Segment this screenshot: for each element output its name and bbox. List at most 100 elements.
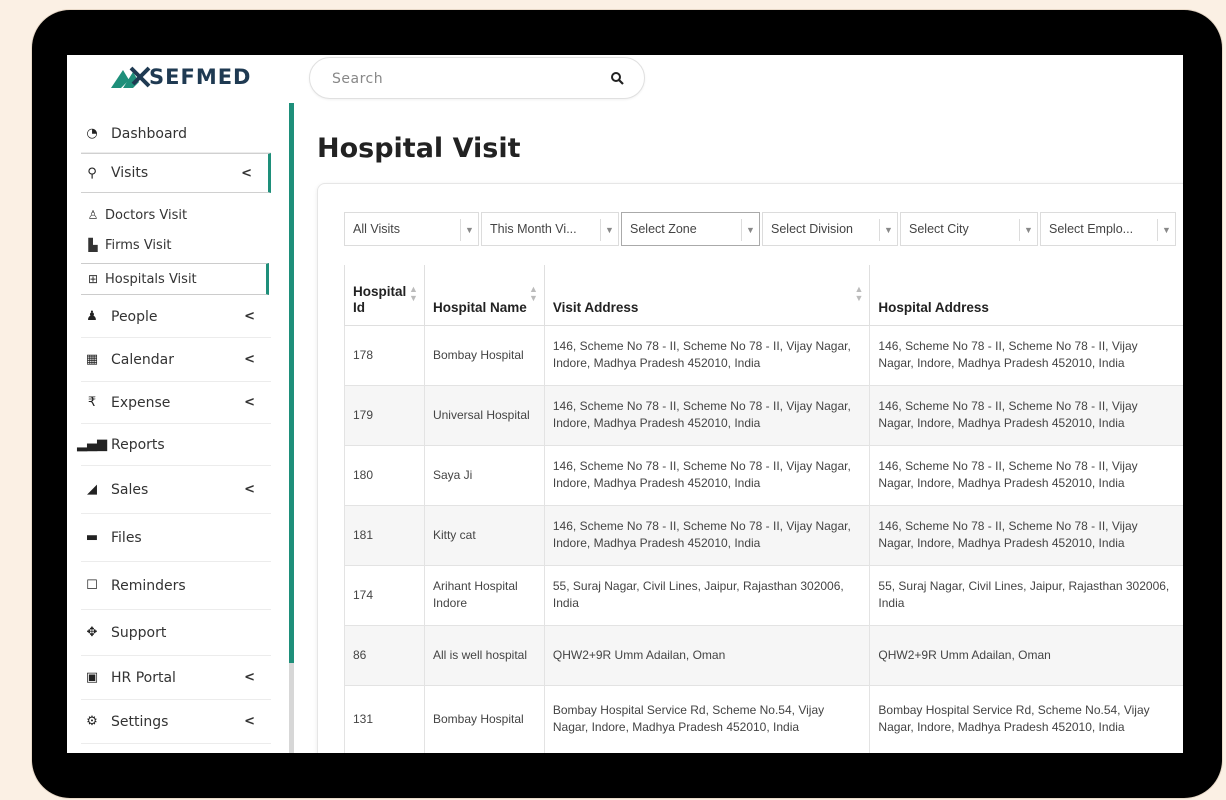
sidebar-item-visits[interactable]: ⚲ Visits < — [81, 153, 271, 193]
search-icon[interactable] — [610, 70, 626, 86]
chevron-left-icon[interactable]: < — [244, 395, 255, 410]
top-bar: SEFMED — [67, 55, 1183, 103]
filter-select-city[interactable]: Select City ▼ — [900, 212, 1038, 246]
cell-hospital-address: 146, Scheme No 78 - II, Scheme No 78 - I… — [869, 384, 1183, 446]
chevron-left-icon[interactable]: < — [244, 714, 255, 729]
chevron-left-icon[interactable]: < — [244, 309, 255, 324]
brand-logo[interactable]: SEFMED — [111, 64, 252, 90]
cogs-icon: ⚙ — [86, 714, 98, 729]
filter-label: All Visits — [353, 222, 401, 236]
table-row[interactable]: 131 Bombay Hospital Bombay Hospital Serv… — [344, 684, 1183, 753]
table-row[interactable]: 174 Arihant Hospital Indore 55, Suraj Na… — [344, 564, 1183, 626]
sidebar-item-reminders[interactable]: ☐ Reminders — [81, 562, 271, 610]
cell-hospital-id: 181 — [344, 504, 425, 566]
sidebar-item-support[interactable]: ✥ Support — [81, 610, 271, 656]
column-header-label: Hospital Id — [353, 283, 407, 315]
sidebar-subitem-label: Hospitals Visit — [105, 271, 197, 287]
sort-icon: ▲ ▼ — [854, 284, 864, 303]
sidebar-item-label: Reminders — [111, 577, 186, 594]
chevron-left-icon[interactable]: < — [241, 166, 252, 181]
search-input[interactable] — [332, 68, 582, 90]
column-header-visit-address[interactable]: Visit Address ▲ ▼ — [543, 265, 871, 326]
filter-label: This Month Vi... — [490, 222, 577, 236]
table-row[interactable]: 181 Kitty cat 146, Scheme No 78 - II, Sc… — [344, 504, 1183, 566]
cell-hospital-address: 146, Scheme No 78 - II, Scheme No 78 - I… — [869, 504, 1183, 566]
cell-hospital-id: 174 — [344, 564, 425, 626]
cell-visit-address: 146, Scheme No 78 - II, Scheme No 78 - I… — [543, 384, 871, 446]
filter-select-employee[interactable]: Select Emplo... ▼ — [1040, 212, 1176, 246]
sidebar-item-label: HR Portal — [111, 669, 176, 686]
calendar-icon: ▦ — [85, 352, 99, 367]
app-screen: SEFMED ◔ Dashboard ⚲ Visits < ♙ Doc — [67, 55, 1183, 753]
sidebar-item-expense[interactable]: ₹ Expense < — [81, 382, 271, 424]
chevron-down-icon: ▼ — [879, 219, 897, 241]
column-header-hospital-name[interactable]: Hospital Name ▲ ▼ — [423, 265, 545, 326]
table-row[interactable]: 179 Universal Hospital 146, Scheme No 78… — [344, 384, 1183, 446]
sidebar-item-calendar[interactable]: ▦ Calendar < — [81, 338, 271, 382]
sidebar-item-label: Expense — [111, 394, 171, 411]
cell-hospital-address: Bombay Hospital Service Rd, Scheme No.54… — [869, 684, 1183, 753]
chevron-left-icon[interactable]: < — [244, 352, 255, 367]
sidebar-item-label: Dashboard — [111, 125, 187, 142]
filter-label: Select City — [909, 222, 969, 236]
cell-hospital-address: 55, Suraj Nagar, Civil Lines, Jaipur, Ra… — [869, 564, 1183, 626]
cell-visit-address: Bombay Hospital Service Rd, Scheme No.54… — [543, 684, 871, 753]
cell-visit-address: 146, Scheme No 78 - II, Scheme No 78 - I… — [543, 444, 871, 506]
cell-hospital-address: 146, Scheme No 78 - II, Scheme No 78 - I… — [869, 324, 1183, 386]
sidebar-scrollbar-track — [289, 663, 294, 753]
column-header-hospital-address[interactable]: Hospital Address — [869, 265, 1183, 326]
cell-hospital-id: 86 — [344, 624, 425, 686]
sidebar-item-label: Support — [111, 624, 167, 641]
chevron-down-icon: ▼ — [741, 219, 759, 241]
sidebar-subitem-hospitals-visit[interactable]: ⊞ Hospitals Visit — [81, 263, 269, 295]
cell-hospital-id: 179 — [344, 384, 425, 446]
sidebar-item-label: Visits — [111, 165, 149, 181]
table-row[interactable]: 86 All is well hospital QHW2+9R Umm Adai… — [344, 624, 1183, 686]
sidebar-item-dashboard[interactable]: ◔ Dashboard — [81, 115, 271, 153]
sort-icon: ▲ ▼ — [528, 284, 538, 303]
cell-visit-address: 55, Suraj Nagar, Civil Lines, Jaipur, Ra… — [543, 564, 871, 626]
sidebar-item-people[interactable]: ♟ People < — [81, 296, 271, 338]
filter-select-division[interactable]: Select Division ▼ — [762, 212, 898, 246]
sidebar-item-label: Files — [111, 529, 142, 546]
map-pin-icon: ⚲ — [87, 165, 97, 181]
sidebar-subitem-label: Firms Visit — [105, 237, 172, 253]
filter-select-zone[interactable]: Select Zone ▼ — [621, 212, 760, 246]
bar-chart-icon: ▂▄▆ — [77, 437, 107, 452]
hospital-visit-table: Hospital Id ▲ ▼ Hospital Name ▲ ▼ Visit Addr… — [344, 265, 1183, 753]
sidebar-item-files[interactable]: ▬ Files — [81, 514, 271, 562]
cell-visit-address: 146, Scheme No 78 - II, Scheme No 78 - I… — [543, 504, 871, 566]
table-row[interactable]: 178 Bombay Hospital 146, Scheme No 78 - … — [344, 324, 1183, 386]
column-header-hospital-id[interactable]: Hospital Id ▲ ▼ — [344, 265, 425, 326]
sidebar-subitem-doctors-visit[interactable]: ♙ Doctors Visit — [81, 200, 269, 230]
filter-this-month[interactable]: This Month Vi... ▼ — [481, 212, 619, 246]
sidebar-item-sales[interactable]: ◢ Sales < — [81, 466, 271, 514]
sidebar-item-hr-portal[interactable]: ▣ HR Portal < — [81, 656, 271, 700]
sidebar-subitem-firms-visit[interactable]: ▙ Firms Visit — [81, 230, 269, 260]
table-row[interactable]: 180 Saya Ji 146, Scheme No 78 - II, Sche… — [344, 444, 1183, 506]
sidebar-item-reports[interactable]: ▂▄▆ Reports — [77, 424, 271, 466]
sidebar-item-label: Sales — [111, 481, 149, 498]
sort-icon: ▲ ▼ — [409, 284, 418, 303]
chevron-left-icon[interactable]: < — [244, 482, 255, 497]
rupee-icon: ₹ — [87, 395, 97, 410]
filter-all-visits[interactable]: All Visits ▼ — [344, 212, 479, 246]
cell-hospital-address: QHW2+9R Umm Adailan, Oman — [869, 624, 1183, 686]
chevron-left-icon[interactable]: < — [244, 670, 255, 685]
column-header-label: Hospital Name — [432, 299, 527, 315]
sidebar-scrollbar[interactable] — [289, 103, 294, 663]
sidebar-subitem-label: Doctors Visit — [105, 207, 188, 223]
sidebar-item-settings[interactable]: ⚙ Settings < — [81, 700, 271, 744]
cell-hospital-name: Kitty cat — [423, 504, 545, 566]
sidebar-item-label: Calendar — [111, 351, 174, 368]
cell-hospital-id: 180 — [344, 444, 425, 506]
filter-label: Select Emplo... — [1049, 222, 1134, 236]
cell-hospital-name: All is well hospital — [423, 624, 545, 686]
cell-hospital-id: 178 — [344, 324, 425, 386]
search-box[interactable] — [309, 57, 645, 99]
cell-hospital-name: Arihant Hospital Indore — [423, 564, 545, 626]
cell-hospital-name: Saya Ji — [423, 444, 545, 506]
logo-mark-icon — [111, 66, 151, 88]
cell-visit-address: 146, Scheme No 78 - II, Scheme No 78 - I… — [543, 324, 871, 386]
chevron-down-icon: ▼ — [460, 219, 478, 241]
